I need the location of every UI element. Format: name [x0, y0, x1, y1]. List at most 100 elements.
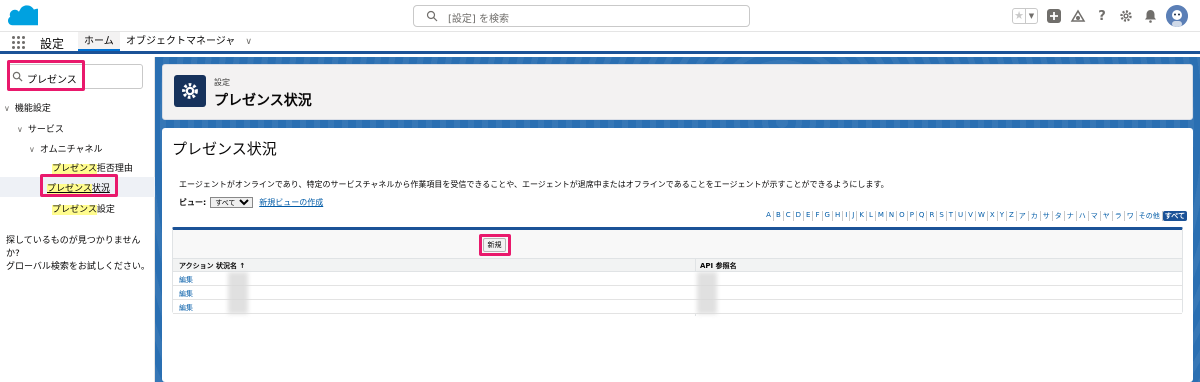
alpha-filter-item[interactable]: K [857, 211, 867, 221]
chevron-down-icon: ∨ [29, 145, 35, 154]
alpha-filter: A B C D E F G H I J K L M N O P Q R S T U V W X Y Z アカサタナハマヤラワその他す… [764, 211, 1187, 221]
edit-link[interactable]: 編集 [179, 303, 193, 313]
tree-item-label: オムニチャネル [39, 145, 103, 155]
view-select[interactable]: すべて [210, 197, 254, 208]
table-header: アクション 状況名 ↑ API 参照名 [173, 258, 1182, 272]
chevron-down-icon: ∨ [17, 125, 23, 134]
alpha-filter-item[interactable]: P [908, 211, 917, 221]
alpha-filter-item[interactable]: T [947, 211, 957, 221]
tree-item-omni-channel[interactable]: ∨ オムニチャネル [29, 142, 103, 155]
no-result-hint: 探しているものが見つかりませんか? グローバル検索をお試しください。 [6, 235, 154, 274]
alpha-filter-item[interactable]: ラ [1113, 211, 1125, 221]
search-icon [426, 10, 438, 22]
gear-icon[interactable] [1118, 8, 1134, 24]
salesforce-logo[interactable] [7, 4, 41, 28]
alpha-filter-item[interactable]: すべて [1162, 211, 1187, 221]
setup-sidebar: プレゼンス ∨ 機能設定 ∨ サービス ∨ オムニチャネル プレゼンス拒否理由 プレゼ… [0, 57, 155, 382]
global-header: [設定] を検索 ★ ▼ ? [0, 0, 1200, 32]
no-result-line: 探しているものが見つかりませんか? [6, 236, 141, 259]
table-row: 編集 [173, 272, 1182, 286]
gear-icon [174, 75, 206, 107]
highlight-box [479, 234, 511, 256]
description: エージェントがオンラインであり、特定のサービスチャネルから作業項目を受信できるこ… [179, 180, 889, 189]
content-panel: プレゼンス状況 エージェントがオンラインであり、特定のサービスチャネルから作業項… [162, 128, 1193, 382]
tree-item-service[interactable]: ∨ サービス [17, 122, 64, 135]
main-area: 設定 プレゼンス状況 プレゼンス状況 エージェントがオンラインであり、特定のサー… [155, 57, 1200, 382]
column-header-status-name[interactable]: 状況名 ↑ [216, 261, 245, 271]
new-view-link[interactable]: 新規ビューの作成 [259, 197, 323, 208]
alpha-filter-item[interactable]: M [876, 211, 887, 221]
alpha-filter-item[interactable]: タ [1053, 211, 1065, 221]
alpha-filter-item[interactable]: I [843, 211, 851, 221]
alpha-filter-item[interactable]: S [937, 211, 947, 221]
star-icon[interactable]: ★ [1013, 9, 1026, 23]
page-title: プレゼンス状況 [214, 93, 312, 109]
avatar[interactable] [1166, 5, 1188, 27]
page-header: 設定 プレゼンス状況 [162, 64, 1193, 120]
tab-home[interactable]: ホーム [78, 32, 120, 51]
alpha-filter-item[interactable]: C [784, 211, 794, 221]
global-search-input[interactable]: [設定] を検索 [413, 5, 750, 27]
alpha-filter-item[interactable]: G [823, 211, 833, 221]
alpha-filter-item[interactable]: その他 [1137, 211, 1163, 221]
plus-icon[interactable] [1046, 8, 1062, 24]
alpha-filter-item[interactable]: N [887, 211, 898, 221]
alpha-filter-item[interactable]: L [867, 211, 876, 221]
app-name: 設定 [40, 37, 65, 51]
tab-object-manager[interactable]: オブジェクトマネージャ ∨ [120, 32, 258, 51]
app-launcher-icon[interactable] [12, 36, 25, 49]
tab-home-label: ホーム [84, 36, 114, 47]
edit-link[interactable]: 編集 [179, 275, 193, 285]
search-match: プレゼンス [52, 205, 97, 215]
table-row: 編集 [173, 286, 1182, 300]
alpha-filter-item[interactable]: R [927, 211, 938, 221]
alpha-filter-item[interactable]: ア [1017, 211, 1029, 221]
alpha-filter-item[interactable]: カ [1029, 211, 1041, 221]
alpha-filter-item[interactable]: Q [917, 211, 928, 221]
bell-icon[interactable] [1142, 8, 1158, 24]
alpha-filter-item[interactable]: ハ [1077, 211, 1089, 221]
no-result-line: グローバル検索をお試しください。 [6, 262, 150, 272]
alpha-filter-item[interactable]: D [794, 211, 805, 221]
column-header-action: アクション [179, 262, 214, 270]
alpha-filter-item[interactable]: Y [998, 211, 1007, 221]
alpha-filter-item[interactable]: ヤ [1101, 211, 1113, 221]
alpha-filter-item[interactable]: E [804, 211, 814, 221]
alpha-filter-item[interactable]: O [897, 211, 908, 221]
alpha-filter-item[interactable]: X [988, 211, 998, 221]
alpha-filter-item[interactable]: マ [1089, 211, 1101, 221]
alpha-filter-item[interactable]: V [966, 211, 976, 221]
tree-item-presence-configurations[interactable]: プレゼンス設定 [52, 202, 115, 215]
list-table: 新規 アクション 状況名 ↑ API 参照名 編集 編集 編集 [172, 227, 1183, 316]
favorites-button[interactable]: ★ ▼ [1012, 8, 1038, 24]
alpha-filter-item[interactable]: ワ [1125, 211, 1137, 221]
content-title: プレゼンス状況 [172, 140, 277, 158]
redacted-cell [228, 272, 248, 314]
tree-item-feature-settings[interactable]: ∨ 機能設定 [4, 101, 51, 114]
view-label: ビュー: [179, 198, 207, 207]
highlight-box [40, 174, 118, 197]
alpha-filter-item[interactable]: U [956, 211, 967, 221]
chevron-down-icon[interactable]: ∨ [245, 37, 252, 47]
app-nav-bar: 設定 ホーム オブジェクトマネージャ ∨ [0, 32, 1200, 54]
alpha-filter-item[interactable]: J [850, 211, 858, 221]
breadcrumb[interactable]: 設定 [214, 77, 230, 88]
alpha-filter-item[interactable]: A [764, 211, 774, 221]
alpha-filter-item[interactable]: Z [1007, 211, 1017, 221]
chevron-down-icon[interactable]: ▼ [1026, 9, 1037, 23]
table-row: 編集 [173, 300, 1182, 314]
alpha-filter-item[interactable]: F [813, 211, 823, 221]
edit-link[interactable]: 編集 [179, 289, 193, 299]
alpha-filter-item[interactable]: ナ [1065, 211, 1077, 221]
tree-item-label: サービス [27, 125, 64, 135]
highlight-box [7, 60, 85, 91]
help-icon[interactable]: ? [1094, 8, 1110, 24]
tree-item-presence-decline-reasons[interactable]: プレゼンス拒否理由 [52, 161, 133, 174]
alpha-filter-item[interactable]: H [833, 211, 844, 221]
trailhead-icon[interactable] [1070, 8, 1086, 24]
alpha-filter-item[interactable]: サ [1041, 211, 1053, 221]
view-selector: ビュー: すべて 新規ビューの作成 [179, 197, 323, 208]
column-header-api-name[interactable]: API 参照名 [700, 261, 737, 271]
alpha-filter-item[interactable]: B [774, 211, 784, 221]
alpha-filter-item[interactable]: W [976, 211, 988, 221]
